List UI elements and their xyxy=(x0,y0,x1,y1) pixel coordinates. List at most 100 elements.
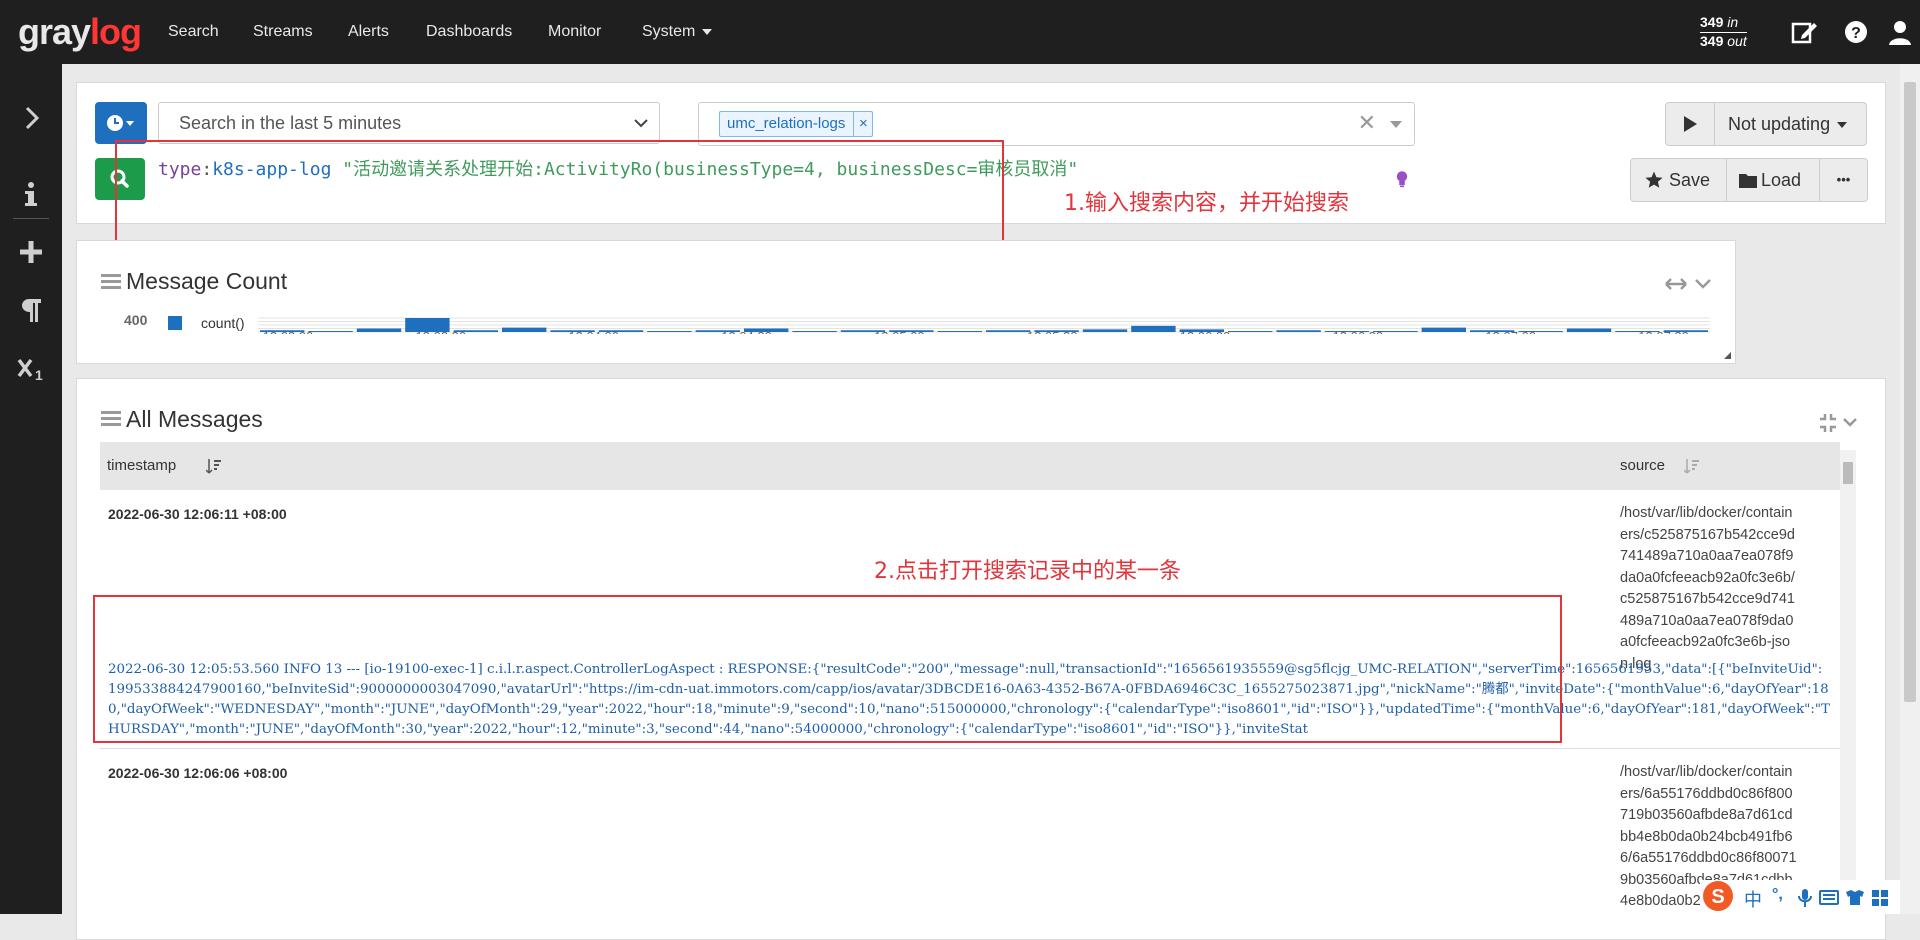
nav-streams[interactable]: Streams xyxy=(253,0,313,64)
nav-system[interactable]: System xyxy=(642,0,713,64)
throughput-in-value: 349 xyxy=(1700,14,1724,30)
chart-bar[interactable] xyxy=(937,331,982,332)
skin-shirt-icon[interactable] xyxy=(1846,890,1864,905)
row-timestamp: 2022-06-30 12:06:11 +08:00 xyxy=(108,506,287,522)
top-navbar: graylog Search Streams Alerts Dashboards… xyxy=(0,0,1920,64)
user-icon[interactable] xyxy=(1886,18,1914,46)
x-axis-tick: 12:03:30 xyxy=(416,329,467,334)
stream-tag-label: umc_relation-logs xyxy=(720,112,855,136)
expand-horizontal-icon[interactable] xyxy=(1665,278,1687,290)
ime-punctuation[interactable]: °, xyxy=(1772,886,1783,904)
stream-clear-button[interactable]: ✕ xyxy=(1358,111,1376,135)
x-axis-tick: 12:06:30 xyxy=(1333,329,1384,334)
ime-toolbar: S 中 °, xyxy=(1700,880,1900,914)
refresh-interval-dropdown[interactable]: Not updating xyxy=(1728,103,1848,145)
svg-text:S: S xyxy=(1711,886,1724,908)
nav-system-label: System xyxy=(642,23,696,40)
chevron-down-icon[interactable] xyxy=(1695,279,1711,289)
chart-bar[interactable] xyxy=(356,328,402,333)
save-load-button-group: Save Load ••• xyxy=(1630,158,1868,202)
refresh-control[interactable]: Not updating xyxy=(1665,102,1867,146)
column-source-label: source xyxy=(1620,457,1666,474)
y-axis-tick: 400 xyxy=(124,312,148,328)
stream-tag-remove-button[interactable]: × xyxy=(854,112,872,136)
legend-label[interactable]: count() xyxy=(201,315,245,331)
sort-descending-icon[interactable] xyxy=(206,458,222,474)
play-icon[interactable] xyxy=(1681,115,1699,133)
chevron-down-icon[interactable] xyxy=(1843,418,1857,427)
plus-icon[interactable] xyxy=(13,234,49,270)
chart-bar[interactable] xyxy=(1421,327,1466,332)
chevron-down-icon xyxy=(634,119,648,128)
page-scrollbar[interactable] xyxy=(1900,64,1920,914)
paragraph-icon[interactable] xyxy=(13,292,49,328)
caret-down-icon xyxy=(702,28,713,35)
microphone-icon[interactable] xyxy=(1798,889,1812,907)
chart-bar[interactable] xyxy=(1276,330,1321,332)
chart-bar[interactable] xyxy=(1082,329,1128,332)
drag-handle-icon[interactable] xyxy=(101,411,121,427)
throughput-out-value: 349 xyxy=(1700,33,1724,49)
throughput-counter[interactable]: 349 in 349 out xyxy=(1700,14,1747,50)
table-scrollbar-thumb[interactable] xyxy=(1843,462,1853,484)
clock-icon xyxy=(107,115,134,131)
save-button-label: Save xyxy=(1669,170,1711,190)
nav-alerts[interactable]: Alerts xyxy=(348,0,389,64)
keyboard-icon[interactable] xyxy=(1819,890,1839,905)
page-scrollbar-thumb[interactable] xyxy=(1904,82,1916,702)
all-messages-title: All Messages xyxy=(126,406,263,432)
table-scrollbar[interactable] xyxy=(1840,450,1856,914)
more-actions-button[interactable]: ••• xyxy=(1820,159,1867,201)
x-axis-tick: 12:05:00 xyxy=(874,329,925,334)
svg-text:?: ? xyxy=(1851,25,1861,42)
throughput-out-label: out xyxy=(1727,33,1747,49)
chart-bar[interactable] xyxy=(647,331,692,332)
grid-menu-icon[interactable] xyxy=(1872,890,1888,906)
load-button[interactable]: Load xyxy=(1727,159,1819,201)
subscript-icon[interactable]: 1 xyxy=(13,350,49,386)
x-axis-tick: 12:07:00 xyxy=(1485,329,1536,334)
lightbulb-icon[interactable] xyxy=(1395,170,1409,188)
chart-bar[interactable] xyxy=(986,330,1031,332)
stream-dropdown-arrow-icon[interactable] xyxy=(1390,121,1402,128)
folder-icon xyxy=(1739,174,1757,188)
time-range-type-button[interactable] xyxy=(95,102,147,144)
resize-handle-icon[interactable] xyxy=(1724,352,1731,359)
x-axis-tick: 12:03:00 xyxy=(263,329,314,334)
star-icon xyxy=(1645,171,1663,188)
messages-table-header: timestamp source xyxy=(100,442,1840,490)
throughput-in-label: in xyxy=(1727,14,1739,30)
time-range-select[interactable]: Search in the last 5 minutes xyxy=(158,102,660,144)
nav-dashboards[interactable]: Dashboards xyxy=(426,0,512,64)
column-source[interactable]: source xyxy=(1620,442,1699,490)
chart-bar[interactable] xyxy=(1131,325,1176,332)
sogou-logo-icon[interactable]: S xyxy=(1702,880,1734,912)
table-row[interactable] xyxy=(100,749,1840,914)
chart-bar[interactable] xyxy=(308,331,353,332)
save-button[interactable]: Save xyxy=(1631,159,1726,201)
ime-language[interactable]: 中 xyxy=(1744,886,1762,912)
drag-handle-icon[interactable] xyxy=(101,274,121,290)
chart-bar[interactable] xyxy=(502,327,547,332)
message-count-chart: 12:03:00 12:03:30 12:04:00 12:04:30 12:05:00… xyxy=(258,317,1710,334)
refresh-control-divider xyxy=(1714,103,1715,145)
nav-search[interactable]: Search xyxy=(168,0,219,64)
chevron-right-icon[interactable] xyxy=(13,100,49,136)
column-timestamp[interactable]: timestamp xyxy=(107,442,221,490)
help-icon[interactable]: ? xyxy=(1842,18,1870,46)
chart-bar[interactable] xyxy=(1566,328,1612,333)
chart-bar[interactable] xyxy=(792,331,837,332)
info-icon[interactable] xyxy=(13,176,49,212)
chart-bar[interactable] xyxy=(1228,331,1273,332)
nav-monitor[interactable]: Monitor xyxy=(548,0,601,64)
x-axis-tick: 12:04:00 xyxy=(568,329,619,334)
x-axis-tick: 12:04:30 xyxy=(721,329,772,334)
edit-icon[interactable] xyxy=(1790,18,1818,46)
graylog-logo[interactable]: graylog xyxy=(18,12,142,52)
x-axis-tick: 12:06:00 xyxy=(1180,329,1231,334)
sidebar: 1 xyxy=(0,64,62,914)
sidebar-divider xyxy=(13,218,49,219)
compress-icon[interactable] xyxy=(1820,414,1836,432)
stream-tag: umc_relation-logs × xyxy=(719,111,874,137)
sort-icon[interactable] xyxy=(1684,458,1700,474)
